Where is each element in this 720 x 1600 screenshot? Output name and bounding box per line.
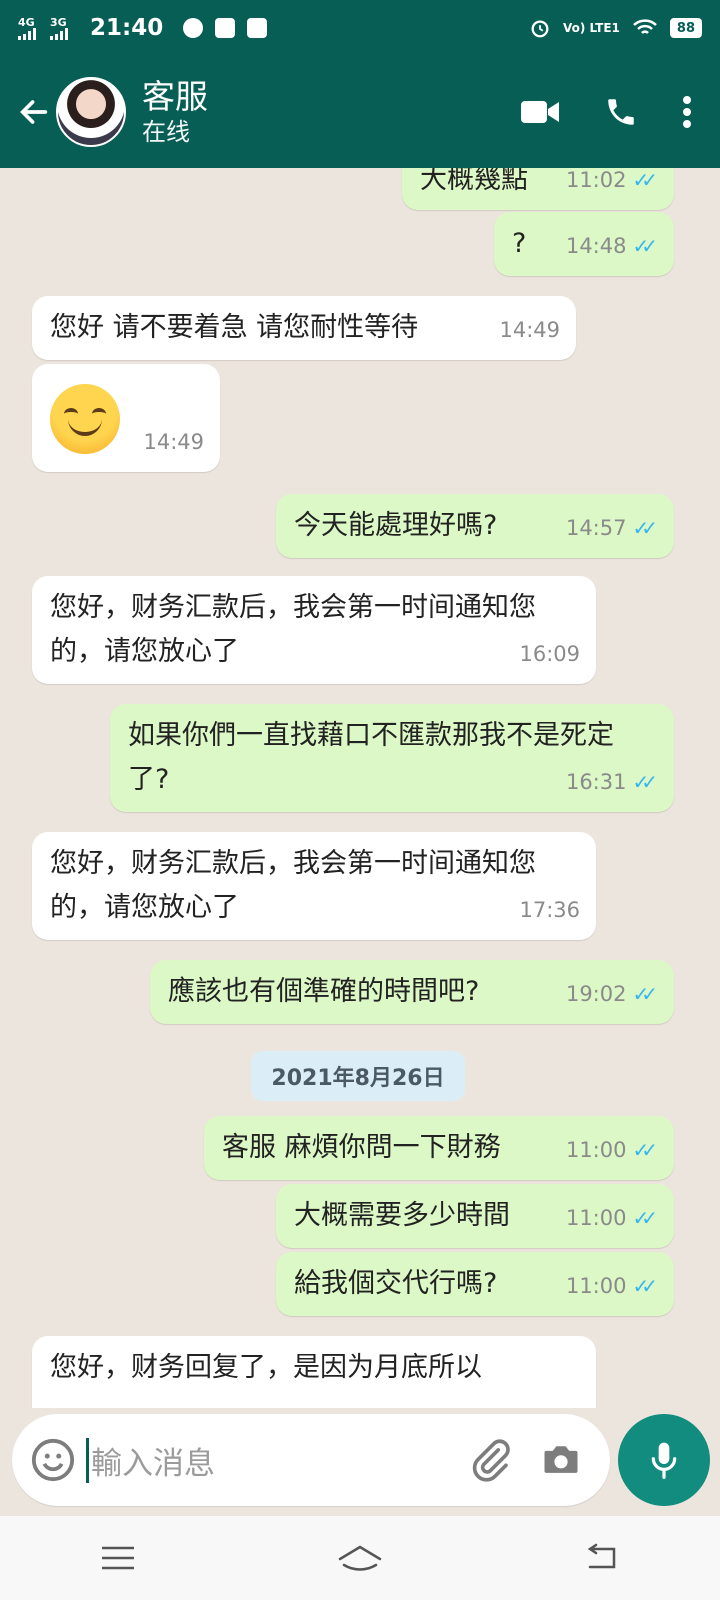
- message-outgoing[interactable]: 應該也有個準確的時間吧? 19:02 ✓✓: [150, 960, 674, 1024]
- date-chip: 2021年8月26日: [251, 1051, 465, 1101]
- message-time: 16:09: [519, 642, 580, 666]
- back-button[interactable]: [12, 90, 56, 134]
- read-ticks-icon: ✓✓: [632, 234, 657, 258]
- mail-icon: [215, 18, 236, 38]
- status-right: Vo) LTE1 88: [529, 17, 702, 39]
- message-time: 14:48: [565, 234, 627, 258]
- volte-label: Vo) LTE1: [562, 21, 620, 35]
- chat-area[interactable]: 大概幾點 11:02 ✓✓ ? 14:48 ✓✓ 您好 请不要着急 请您耐性等待 1…: [0, 168, 720, 1408]
- menu-icon[interactable]: [100, 1544, 136, 1572]
- message-text: 應該也有個準確的時間吧?: [168, 976, 480, 1007]
- message-time: 14:49: [499, 318, 560, 342]
- compass-icon: [183, 18, 204, 38]
- signal-3g-icon: 3G: [50, 17, 68, 40]
- message-text: 您好，财务汇款后，我会第一时间通知您的，请您放心了: [50, 848, 536, 923]
- message-time: 14:49: [143, 430, 204, 454]
- more-options-icon[interactable]: [682, 95, 692, 129]
- signal-4g-icon: 4G: [18, 17, 36, 40]
- read-ticks-icon: ✓✓: [632, 1206, 657, 1230]
- read-ticks-icon: ✓✓: [632, 1138, 657, 1162]
- system-nav-bar: [0, 1516, 720, 1600]
- read-ticks-icon: ✓✓: [632, 168, 657, 192]
- read-ticks-icon: ✓✓: [632, 982, 657, 1006]
- message-time: 11:02: [565, 168, 627, 192]
- message-text: 您好 请不要着急 请您耐性等待: [50, 312, 419, 343]
- clock: 21:40: [90, 15, 164, 41]
- message-outgoing[interactable]: 今天能處理好嗎? 14:57 ✓✓: [276, 494, 674, 558]
- video-call-icon[interactable]: [520, 98, 560, 126]
- message-outgoing[interactable]: 大概幾點 11:02 ✓✓: [402, 168, 674, 210]
- message-outgoing[interactable]: ? 14:48 ✓✓: [494, 212, 674, 276]
- back-nav-icon[interactable]: [584, 1543, 620, 1573]
- message-time: 11:00: [565, 1274, 627, 1298]
- net-type-1: 4G: [18, 15, 35, 29]
- read-ticks-icon: ✓✓: [632, 516, 657, 540]
- message-time: 11:00: [565, 1138, 627, 1162]
- message-incoming-emoji[interactable]: 14:49: [32, 364, 220, 472]
- message-text: 客服 麻煩你問一下財務: [222, 1132, 501, 1163]
- message-time: 17:36: [519, 898, 580, 922]
- smiling-face-icon: [50, 384, 120, 454]
- battery-icon: 88: [669, 18, 702, 38]
- message-outgoing[interactable]: 客服 麻煩你問一下財務 11:00 ✓✓: [204, 1116, 674, 1180]
- message-text: ?: [512, 228, 527, 259]
- camera-icon[interactable]: [538, 1438, 584, 1482]
- message-incoming[interactable]: 您好 请不要着急 请您耐性等待 14:49: [32, 296, 576, 360]
- emoji-icon[interactable]: [30, 1437, 76, 1483]
- contact-status: 在线: [142, 118, 190, 146]
- message-incoming[interactable]: 您好，财务回复了，是因为月底所以: [32, 1336, 596, 1408]
- contact-name: 客服: [142, 77, 208, 116]
- net-type-2: 3G: [50, 15, 67, 29]
- message-time: 11:00: [565, 1206, 627, 1230]
- message-incoming[interactable]: 您好，财务汇款后，我会第一时间通知您的，请您放心了 17:36: [32, 832, 596, 940]
- message-time: 16:31: [565, 770, 627, 794]
- message-text: 您好，财务回复了，是因为月底所以: [50, 1352, 482, 1383]
- status-bar: 4G 3G 21:40 Vo) LTE1 88: [0, 0, 720, 56]
- message-text: 您好，财务汇款后，我会第一时间通知您的，请您放心了: [50, 592, 536, 667]
- message-time: 14:57: [565, 516, 627, 540]
- arrow-left-icon: [20, 100, 48, 124]
- attach-icon[interactable]: [468, 1438, 512, 1482]
- message-text: 大概幾點: [420, 168, 528, 195]
- message-outgoing[interactable]: 大概需要多少時間 11:00 ✓✓: [276, 1184, 674, 1248]
- message-text: 今天能處理好嗎?: [294, 510, 498, 541]
- voice-record-button[interactable]: [618, 1414, 710, 1506]
- message-text: 大概需要多少時間: [294, 1200, 510, 1231]
- message-outgoing[interactable]: 如果你們一直找藉口不匯款那我不是死定了? 16:31 ✓✓: [110, 704, 674, 812]
- read-ticks-icon: ✓✓: [632, 770, 657, 794]
- read-ticks-icon: ✓✓: [632, 1274, 657, 1298]
- contact-info[interactable]: 客服 在线: [142, 77, 208, 147]
- message-input[interactable]: 輸入消息: [86, 1437, 468, 1483]
- status-left: 4G 3G 21:40: [18, 15, 268, 41]
- header-actions: [520, 95, 692, 129]
- chat-header: 客服 在线: [0, 56, 720, 168]
- youtube-icon: [247, 18, 268, 38]
- microphone-icon: [651, 1442, 677, 1479]
- message-composer: 輸入消息: [12, 1414, 610, 1506]
- avatar[interactable]: [56, 77, 126, 147]
- message-time: 19:02: [565, 982, 627, 1006]
- wifi-icon: [633, 19, 657, 34]
- message-outgoing[interactable]: 給我個交代行嗎? 11:00 ✓✓: [276, 1252, 674, 1316]
- message-incoming[interactable]: 您好，财务汇款后，我会第一时间通知您的，请您放心了 16:09: [32, 576, 596, 684]
- message-text: 給我個交代行嗎?: [294, 1268, 498, 1299]
- home-icon[interactable]: [336, 1543, 384, 1573]
- alarm-icon: [531, 20, 549, 38]
- phone-call-icon[interactable]: [604, 95, 638, 129]
